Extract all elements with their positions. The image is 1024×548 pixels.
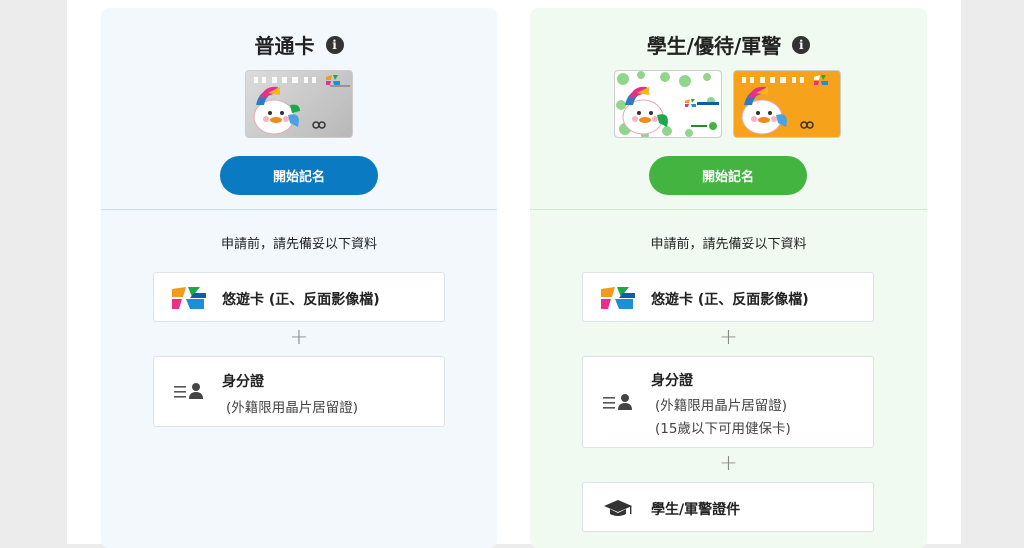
divider xyxy=(530,209,927,210)
general-card-title: 普通卡 xyxy=(254,34,315,58)
student-start-register-button[interactable]: 開始記名 xyxy=(649,156,807,195)
info-icon[interactable]: i xyxy=(792,35,811,54)
id-card-icon xyxy=(170,379,208,405)
general-prep-text: 申請前，請先備妥以下資料 xyxy=(220,237,377,252)
divider xyxy=(101,209,497,210)
student-card-image xyxy=(614,70,722,138)
plus-icon: + xyxy=(719,451,738,476)
student-req-easycard: 悠遊卡 (正、反面影像檔) xyxy=(582,272,874,322)
req-title: 身分證 xyxy=(222,374,264,390)
easycard-grey-card-icon xyxy=(253,75,350,135)
general-req-easycard: 悠遊卡 (正、反面影像檔) xyxy=(153,272,445,322)
student-req-student-id: 學生/軍警證件 xyxy=(582,482,874,532)
student-req-id: 身分證 (外籍限用晶片居留證) (15歲以下可用健保卡) xyxy=(582,356,874,448)
req-title: 悠遊卡 (正、反面影像檔) xyxy=(651,292,809,308)
plus-icon: + xyxy=(719,325,738,350)
student-card-title: 學生/優待/軍警 xyxy=(646,34,782,58)
general-card-image xyxy=(245,70,353,138)
general-req-id: 身分證 (外籍限用晶片居留證) xyxy=(153,356,445,427)
general-card-panel: 普通卡 i 開始記名 申請前，請先備妥以下資料 悠遊卡 (正、反面影像檔) + … xyxy=(101,8,497,548)
easycard-logo-icon xyxy=(170,285,208,311)
req-subtitle: (外籍限用晶片居留證) xyxy=(655,398,788,414)
concession-card-image xyxy=(733,70,841,138)
req-title: 身分證 xyxy=(651,373,693,389)
student-prep-text: 申請前，請先備妥以下資料 xyxy=(650,237,807,252)
easycard-logo-icon xyxy=(599,285,637,311)
req-title: 學生/軍警證件 xyxy=(651,502,741,518)
student-card-panel: 學生/優待/軍警 i 開始記名 申請前，請先備妥以下資料 悠遊卡 (正、反面影像… xyxy=(530,8,927,548)
easycard-concession-card-icon xyxy=(741,75,828,135)
general-card-title-row: 普通卡 i xyxy=(101,30,497,59)
graduation-cap-icon xyxy=(599,495,637,521)
easycard-student-card-icon xyxy=(616,71,719,137)
req-subtitle: (15歲以下可用健保卡) xyxy=(655,421,791,437)
plus-icon: + xyxy=(289,325,309,350)
req-subtitle: (外籍限用晶片居留證) xyxy=(226,400,359,416)
general-start-register-button[interactable]: 開始記名 xyxy=(220,156,378,195)
student-card-title-row: 學生/優待/軍警 i xyxy=(530,30,927,59)
id-card-icon xyxy=(599,390,637,416)
page-content: 普通卡 i 開始記名 申請前，請先備妥以下資料 悠遊卡 (正、反面影像檔) + … xyxy=(67,0,961,548)
req-title: 悠遊卡 (正、反面影像檔) xyxy=(222,292,380,308)
info-icon[interactable]: i xyxy=(325,35,344,54)
